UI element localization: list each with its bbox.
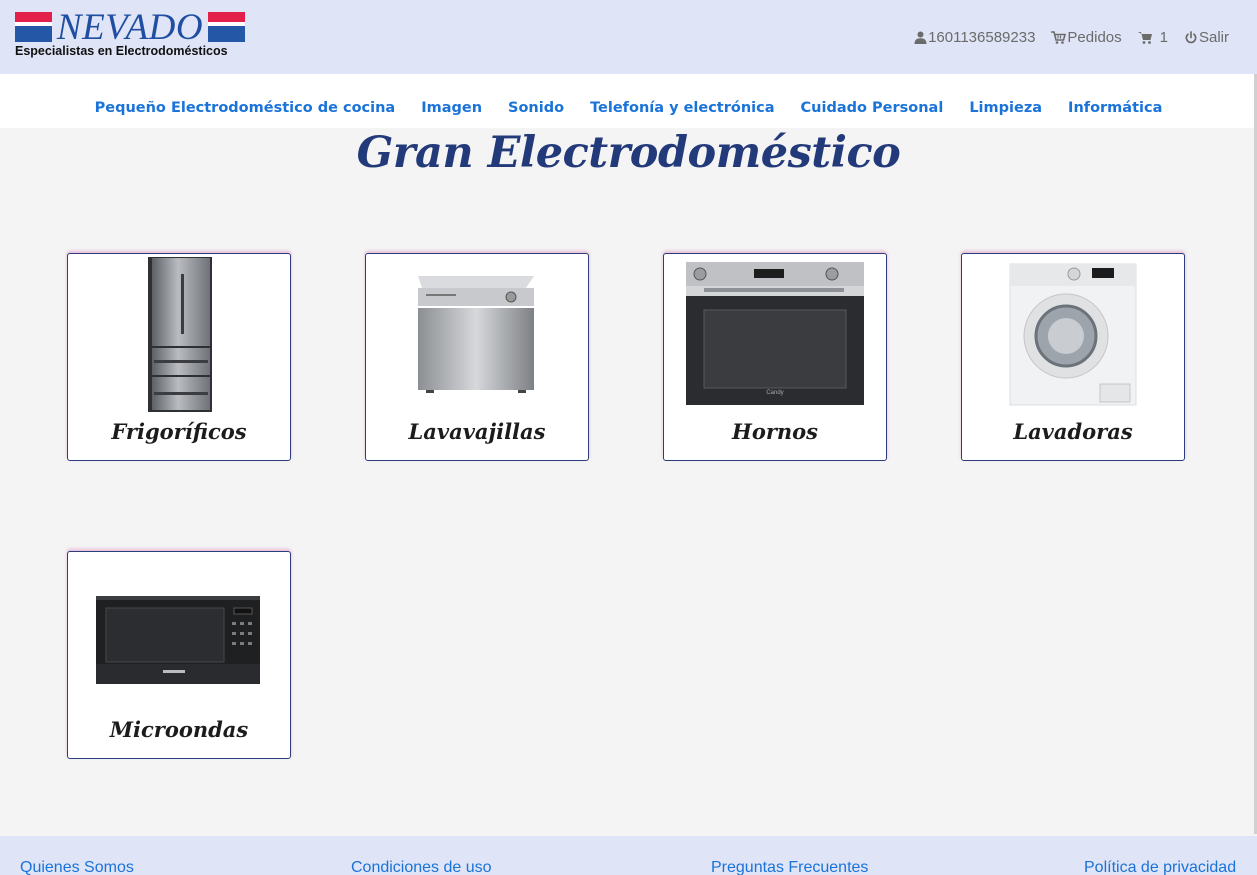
category-card-microondas[interactable]: Microondas	[67, 551, 291, 759]
category-card-hornos[interactable]: Candy Hornos	[663, 253, 887, 461]
flag-stripes-right	[208, 12, 245, 42]
user-nav: 1601136589233 Pedidos 1 Salir	[914, 27, 1229, 47]
flag-stripes-left	[15, 12, 52, 42]
oven-image: Candy	[686, 262, 864, 405]
category-label: Frigoríficos	[111, 419, 247, 444]
dishwasher-image	[418, 276, 534, 393]
category-nav: Pequeño Electrodoméstico de cocina Image…	[0, 74, 1257, 128]
page-title: Gran Electrodoméstico	[356, 128, 901, 178]
cart-link[interactable]: 1	[1137, 28, 1168, 46]
nav-item-telefonia[interactable]: Telefonía y electrónica	[590, 100, 774, 116]
washing-machine-image	[1009, 263, 1137, 406]
category-card-lavadoras[interactable]: Lavadoras	[961, 253, 1185, 461]
footer: Quienes Somos Condiciones de uso Pregunt…	[0, 836, 1257, 875]
brand-logo[interactable]: NEVADO Especialistas en Electrodoméstico…	[15, 7, 245, 60]
shopping-cart-icon	[1137, 31, 1152, 44]
nav-item-imagen[interactable]: Imagen	[421, 100, 482, 116]
logout-link[interactable]: Salir	[1184, 29, 1229, 46]
user-icon	[914, 31, 927, 44]
nav-item-pequeno-electrodomestico[interactable]: Pequeño Electrodoméstico de cocina	[95, 100, 396, 116]
top-bar: NEVADO Especialistas en Electrodoméstico…	[0, 0, 1257, 74]
nav-item-informatica[interactable]: Informática	[1068, 100, 1162, 116]
footer-link-condiciones[interactable]: Condiciones de uso	[351, 859, 492, 875]
category-label: Hornos	[731, 419, 818, 444]
orders-link[interactable]: Pedidos	[1051, 28, 1122, 46]
brand-tagline: Especialistas en Electrodomésticos	[15, 44, 228, 58]
orders-cart-icon	[1051, 30, 1067, 44]
nav-item-sonido[interactable]: Sonido	[508, 100, 564, 116]
category-label: Microondas	[109, 717, 249, 742]
user-id-label: 1601136589233	[928, 28, 1036, 46]
category-card-frigorificos[interactable]: Frigoríficos	[67, 253, 291, 461]
svg-text:Candy: Candy	[766, 390, 783, 396]
category-label: Lavadoras	[1013, 419, 1133, 444]
category-label: Lavavajillas	[408, 419, 546, 444]
footer-link-quienes-somos[interactable]: Quienes Somos	[20, 859, 134, 875]
power-icon	[1185, 30, 1197, 43]
footer-link-preguntas[interactable]: Preguntas Frecuentes	[711, 859, 868, 875]
nav-item-cuidado-personal[interactable]: Cuidado Personal	[801, 100, 944, 116]
orders-label: Pedidos	[1067, 28, 1122, 46]
nav-item-limpieza[interactable]: Limpieza	[969, 100, 1042, 116]
cart-count: 1	[1159, 28, 1168, 46]
user-account-link[interactable]: 1601136589233	[914, 29, 1035, 46]
footer-link-privacidad[interactable]: Política de privacidad	[1084, 859, 1236, 875]
category-card-lavavajillas[interactable]: Lavavajillas	[365, 253, 589, 461]
microwave-image	[96, 596, 260, 684]
fridge-image	[148, 257, 212, 412]
brand-name: NEVADO	[56, 7, 204, 48]
logout-label: Salir	[1198, 28, 1229, 46]
